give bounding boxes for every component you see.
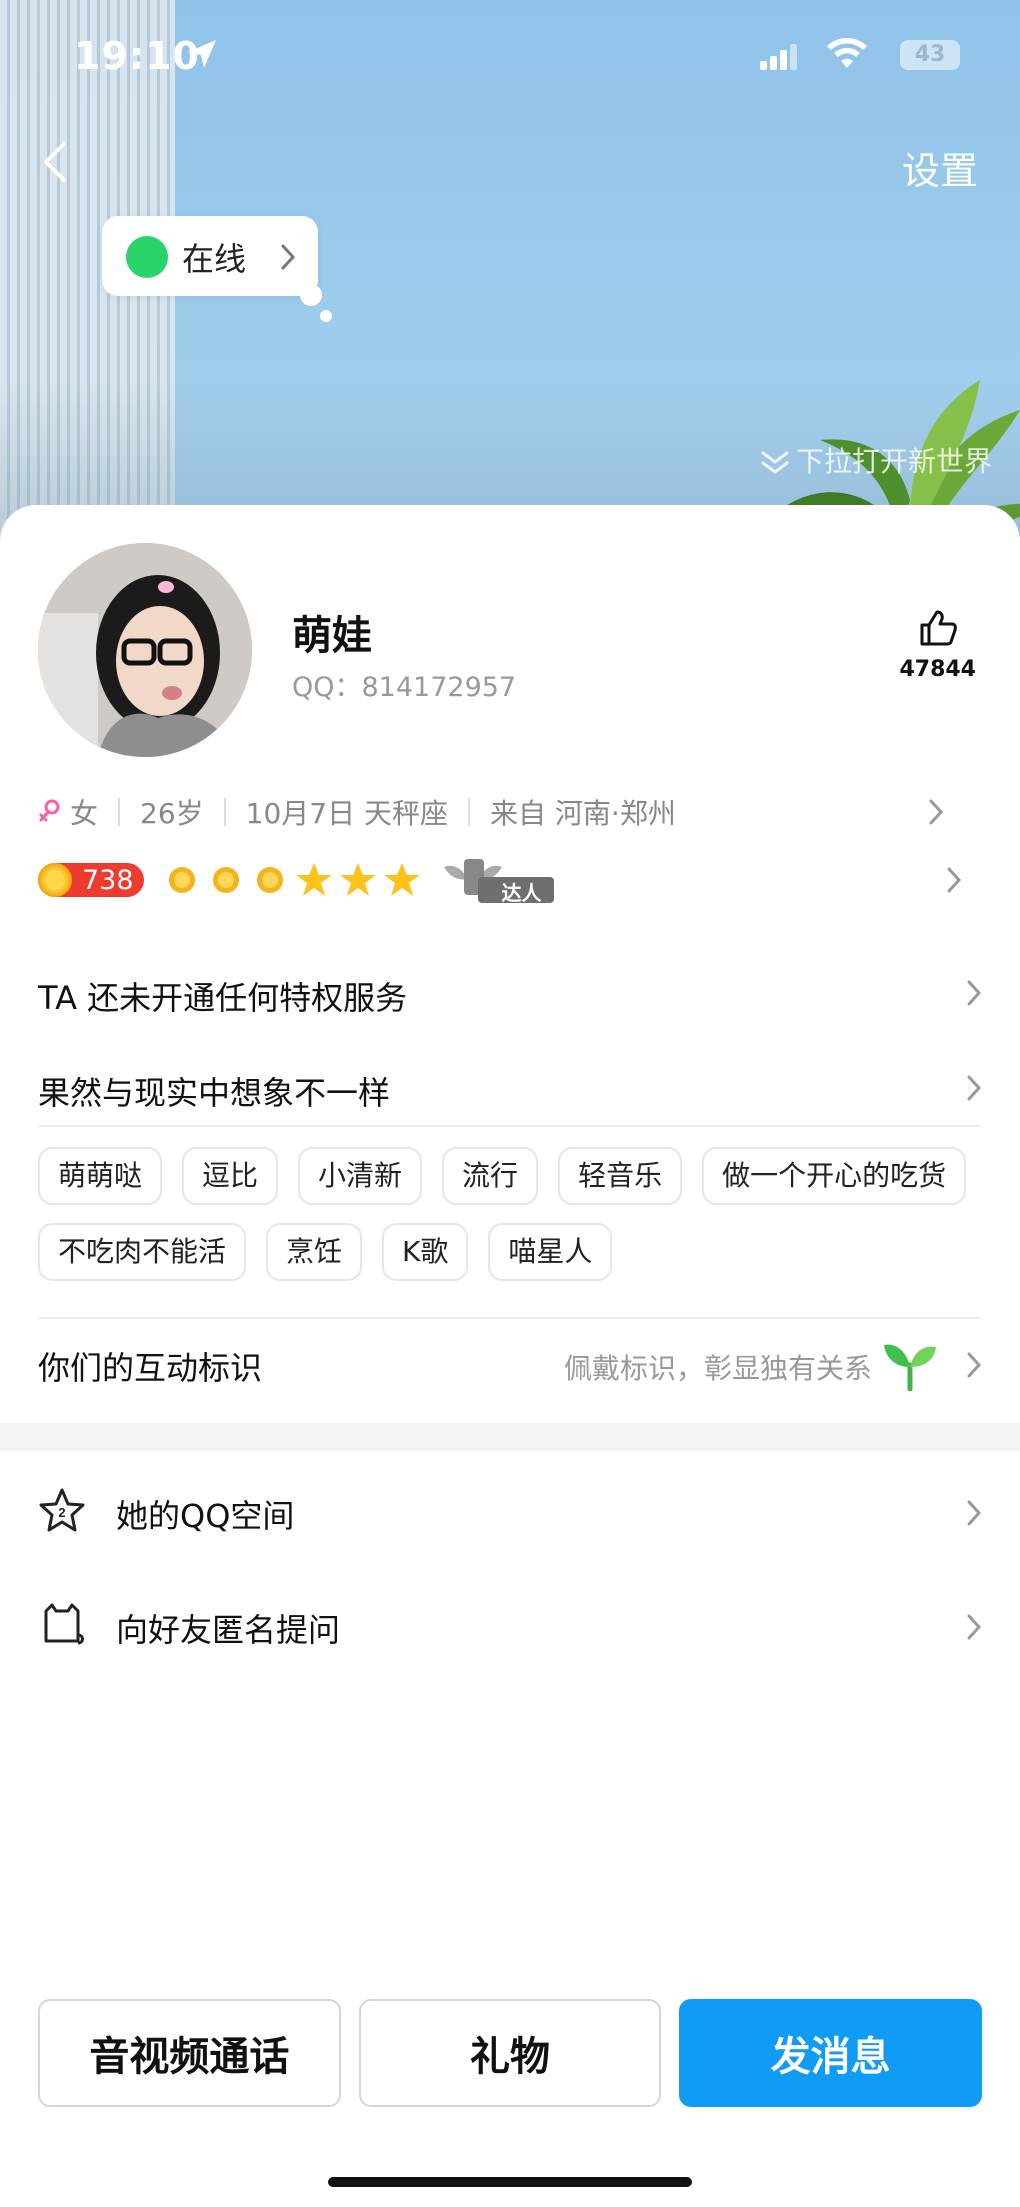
privilege-text: TA 还未开通任何特权服务 [38, 979, 408, 1017]
chevron-right-icon [967, 1352, 982, 1378]
star-icon [295, 863, 332, 896]
profile-cover[interactable]: 19:10 43 设置 在线 下拉打开新世界 [0, 0, 1020, 540]
anonymous-question-label: 向好友匿名提问 [116, 1611, 341, 1649]
thumbs-up-icon [920, 610, 957, 646]
like-button[interactable]: 47844 [899, 609, 976, 682]
level-value: 738 [82, 864, 134, 896]
female-icon [39, 799, 60, 822]
bottom-action-bar: 音视频通话 礼物 发消息 [38, 1999, 983, 2107]
pull-down-hint: 下拉打开新世界 [760, 440, 992, 480]
location: 来自 河南·郑州 [490, 797, 676, 830]
privilege-row[interactable]: TA 还未开通任何特权服务 [38, 973, 982, 1019]
profile-card: 萌娃 QQ：814172957 47844 女 26岁 10月7日 天秤座 来自… [0, 505, 1020, 2207]
svg-text:2: 2 [58, 1505, 65, 1520]
star-icon [339, 863, 376, 896]
settings-button[interactable]: 设置 [902, 140, 978, 195]
qzone-label: 她的QQ空间 [116, 1497, 295, 1535]
signature-text: 果然与现实中想象不一样 [38, 1074, 391, 1112]
chevron-right-icon [947, 867, 962, 893]
chevron-right-icon [967, 1614, 982, 1640]
coin-icon [38, 863, 72, 897]
interaction-mark-row[interactable]: 你们的互动标识 佩戴标识，彰显独有关系 [38, 1335, 982, 1395]
avatar[interactable] [38, 543, 252, 757]
qzone-row[interactable]: 2 她的QQ空间 [38, 1483, 982, 1543]
interest-tag[interactable]: 萌萌哒 [38, 1147, 163, 1205]
signal-icon [760, 44, 797, 70]
pull-hint-text: 下拉打开新世界 [795, 445, 992, 478]
interest-tag[interactable]: 喵星人 [488, 1223, 613, 1281]
sun-icon [212, 867, 239, 893]
star-icon: 2 [39, 1488, 85, 1532]
interaction-subtitle: 佩戴标识，彰显独有关系 [563, 1352, 872, 1385]
location-arrow-icon [188, 40, 216, 68]
age: 26岁 [140, 797, 204, 830]
gift-button[interactable]: 礼物 [358, 1999, 662, 2107]
cat-icon [44, 1603, 84, 1645]
interest-tags: 萌萌哒 逗比 小清新 流行 轻音乐 做一个开心的吃货不吃肉不能活 烹饪 K歌 喵星人 [38, 1147, 988, 1281]
interest-tag[interactable]: 不吃肉不能活 [38, 1223, 247, 1281]
wifi-icon [827, 38, 867, 68]
online-status-label: 在线 [182, 240, 247, 278]
chevron-right-icon [967, 980, 982, 1006]
qq-number: QQ：814172957 [292, 672, 517, 703]
status-bar: 19:10 43 [74, 30, 960, 86]
basic-info-row[interactable]: 女 26岁 10月7日 天秤座 来自 河南·郑州 [38, 787, 982, 837]
sun-icon [256, 867, 283, 893]
interest-tag[interactable]: 逗比 [182, 1147, 279, 1205]
interest-tag[interactable]: 小清新 [298, 1147, 423, 1205]
avatar-image [38, 543, 252, 757]
video-call-button[interactable]: 音视频通话 [38, 1999, 341, 2107]
expert-badge: 达人 [442, 855, 554, 905]
level-badge: 738 [38, 863, 144, 897]
double-chevron-down-icon [761, 451, 789, 474]
sprout-icon [884, 1344, 936, 1391]
profile-name: 萌娃 [292, 613, 372, 659]
send-message-button[interactable]: 发消息 [679, 1999, 983, 2107]
like-count: 47844 [899, 657, 976, 682]
signature-row[interactable]: 果然与现实中想象不一样 [38, 1068, 982, 1114]
interest-tag[interactable]: 流行 [442, 1147, 539, 1205]
sun-icon [168, 867, 195, 893]
interest-tag[interactable]: K歌 [382, 1223, 469, 1281]
back-icon[interactable] [40, 140, 68, 184]
online-status-bubble[interactable]: 在线 [102, 216, 318, 296]
chevron-right-icon [929, 799, 944, 825]
home-indicator [328, 2177, 692, 2187]
birthday: 10月7日 天秤座 [245, 797, 449, 830]
chevron-right-icon [967, 1500, 982, 1526]
interest-tag[interactable]: 做一个开心的吃货 [702, 1147, 967, 1205]
battery-indicator: 43 [900, 40, 960, 70]
expert-badge-text: 达人 [501, 881, 542, 905]
chevron-right-icon [281, 244, 296, 270]
status-time: 19:10 [74, 34, 200, 78]
star-icon [383, 863, 420, 896]
interest-tag[interactable]: 烹饪 [266, 1223, 363, 1281]
online-dot-icon [126, 236, 168, 278]
level-badges-row[interactable]: 738 达人 [38, 855, 962, 905]
gender: 女 [70, 797, 99, 830]
interest-tag[interactable]: 轻音乐 [558, 1147, 683, 1205]
chevron-right-icon [967, 1075, 982, 1101]
anonymous-question-row[interactable]: 向好友匿名提问 [38, 1597, 982, 1657]
interaction-title: 你们的互动标识 [38, 1349, 263, 1387]
